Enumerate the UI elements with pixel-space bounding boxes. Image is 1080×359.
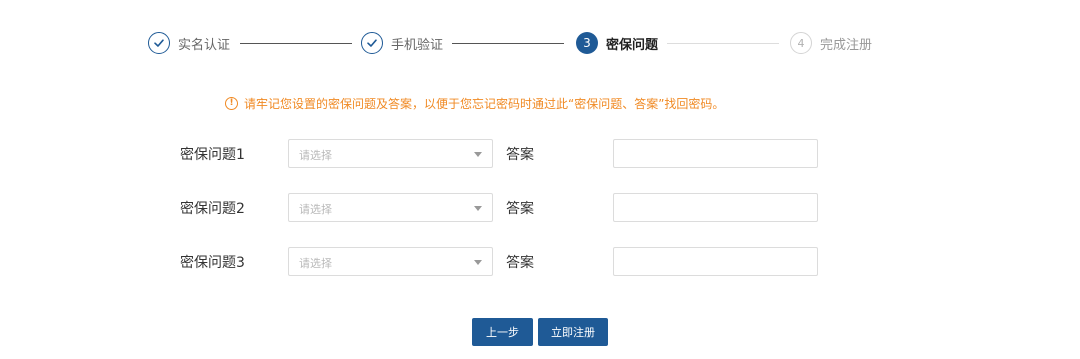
question-row-2: 密保问题2 请选择 答案 bbox=[0, 193, 1080, 223]
answer-label: 答案 bbox=[506, 147, 534, 163]
previous-step-button[interactable]: 上一步 bbox=[472, 318, 533, 346]
select-placeholder: 请选择 bbox=[299, 149, 332, 162]
step-label: 手机验证 bbox=[391, 37, 444, 53]
question-row-1: 密保问题1 请选择 答案 bbox=[0, 139, 1080, 169]
select-placeholder: 请选择 bbox=[299, 203, 332, 216]
question-select[interactable]: 请选择 bbox=[288, 247, 493, 276]
question-select[interactable]: 请选择 bbox=[288, 139, 493, 168]
caret-down-icon bbox=[474, 206, 482, 211]
question-label: 密保问题3 bbox=[180, 255, 245, 271]
caret-down-icon bbox=[474, 152, 482, 157]
answer-input[interactable] bbox=[613, 139, 818, 168]
question-label: 密保问题1 bbox=[180, 147, 245, 163]
select-placeholder: 请选择 bbox=[299, 257, 332, 270]
step-phone: 手机验证 bbox=[361, 31, 443, 55]
answer-input[interactable] bbox=[613, 193, 818, 222]
step-complete: 4 完成注册 bbox=[790, 31, 872, 55]
check-circle-icon bbox=[148, 32, 170, 54]
check-circle-icon bbox=[361, 32, 383, 54]
caret-down-icon bbox=[474, 260, 482, 265]
step-real-name: 实名认证 bbox=[148, 31, 230, 55]
step-number-badge: 4 bbox=[790, 32, 812, 54]
step-indicator: 实名认证 手机验证 3 密保问题 4 完成注册 bbox=[0, 0, 1080, 80]
exclamation-circle-icon: ! bbox=[225, 96, 238, 110]
step-security-question: 3 密保问题 bbox=[576, 31, 658, 55]
question-select[interactable]: 请选择 bbox=[288, 193, 493, 222]
step-label: 实名认证 bbox=[178, 37, 231, 53]
step-number-badge: 3 bbox=[576, 32, 598, 54]
answer-label: 答案 bbox=[506, 255, 534, 271]
security-notice: ! 请牢记您设置的密保问题及答案，以便于您忘记密码时通过此“密保问题、答案”找回… bbox=[225, 94, 724, 112]
step-connector bbox=[667, 43, 779, 44]
answer-input[interactable] bbox=[613, 247, 818, 276]
notice-text: 请牢记您设置的密保问题及答案，以便于您忘记密码时通过此“密保问题、答案”找回密码… bbox=[244, 96, 725, 111]
answer-label: 答案 bbox=[506, 201, 534, 217]
step-label: 完成注册 bbox=[820, 37, 873, 53]
step-label: 密保问题 bbox=[606, 37, 659, 53]
register-now-button[interactable]: 立即注册 bbox=[538, 318, 608, 346]
question-row-3: 密保问题3 请选择 答案 bbox=[0, 247, 1080, 277]
step-connector bbox=[240, 43, 352, 44]
question-label: 密保问题2 bbox=[180, 201, 245, 217]
step-connector bbox=[452, 43, 564, 44]
